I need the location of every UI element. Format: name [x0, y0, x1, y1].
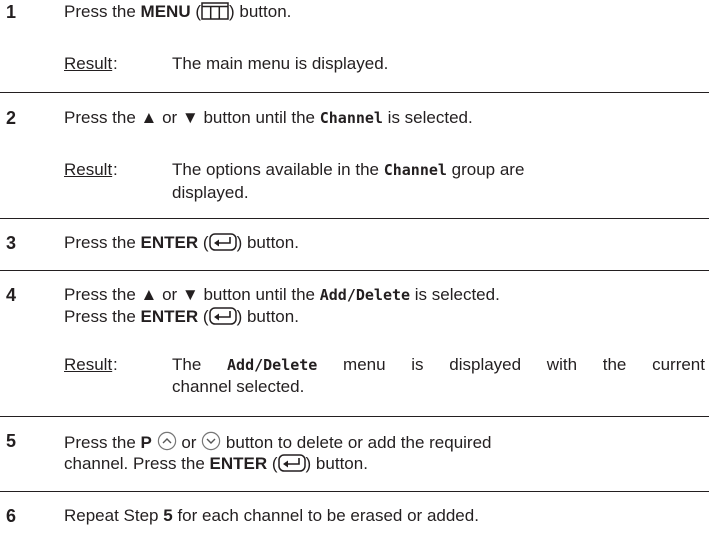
step-instruction: Press the ENTER () button. — [64, 233, 299, 256]
divider — [0, 218, 709, 219]
step-instruction: Press the P or button to delete or add t… — [64, 431, 492, 456]
step-number: 6 — [6, 506, 17, 526]
step-number: 5 — [6, 431, 17, 451]
step-instruction: Press the ▲ or ▼ button until the Add/De… — [64, 285, 500, 304]
divider — [0, 416, 709, 417]
result-label: Result — [64, 54, 113, 73]
step-number: 2 — [6, 108, 17, 128]
result-text-continued: displayed. — [172, 183, 249, 202]
enter-icon — [277, 454, 306, 477]
step-instruction-continued: Press the ENTER () button. — [64, 307, 299, 330]
result-colon: : — [113, 355, 118, 374]
divider — [0, 270, 709, 271]
divider — [0, 491, 709, 492]
step-instruction: Press the MENU () button. — [64, 2, 291, 25]
result-text: The Add/Delete menu is displayed with th… — [172, 355, 705, 374]
step-instruction: Repeat Step 5 for each channel to be era… — [64, 506, 479, 525]
up-circle-icon — [157, 431, 177, 456]
divider — [0, 92, 709, 93]
enter-icon — [208, 233, 237, 256]
step-instruction-continued: channel. Press the ENTER () button. — [64, 454, 368, 477]
down-circle-icon — [201, 431, 221, 456]
step-number: 4 — [6, 285, 17, 305]
result-colon: : — [113, 160, 118, 179]
step-instruction: Press the ▲ or ▼ button until the Channe… — [64, 108, 473, 127]
enter-icon — [208, 307, 237, 330]
result-text: The options available in the Channel gro… — [172, 160, 525, 179]
step-number: 3 — [6, 233, 17, 253]
result-text: The main menu is displayed. — [172, 54, 389, 73]
menu-icon — [201, 2, 229, 25]
result-label: Result — [64, 160, 113, 179]
step-number: 1 — [6, 2, 17, 22]
result-colon: : — [113, 54, 118, 73]
result-label: Result — [64, 355, 113, 374]
result-text-continued: channel selected. — [172, 377, 305, 396]
